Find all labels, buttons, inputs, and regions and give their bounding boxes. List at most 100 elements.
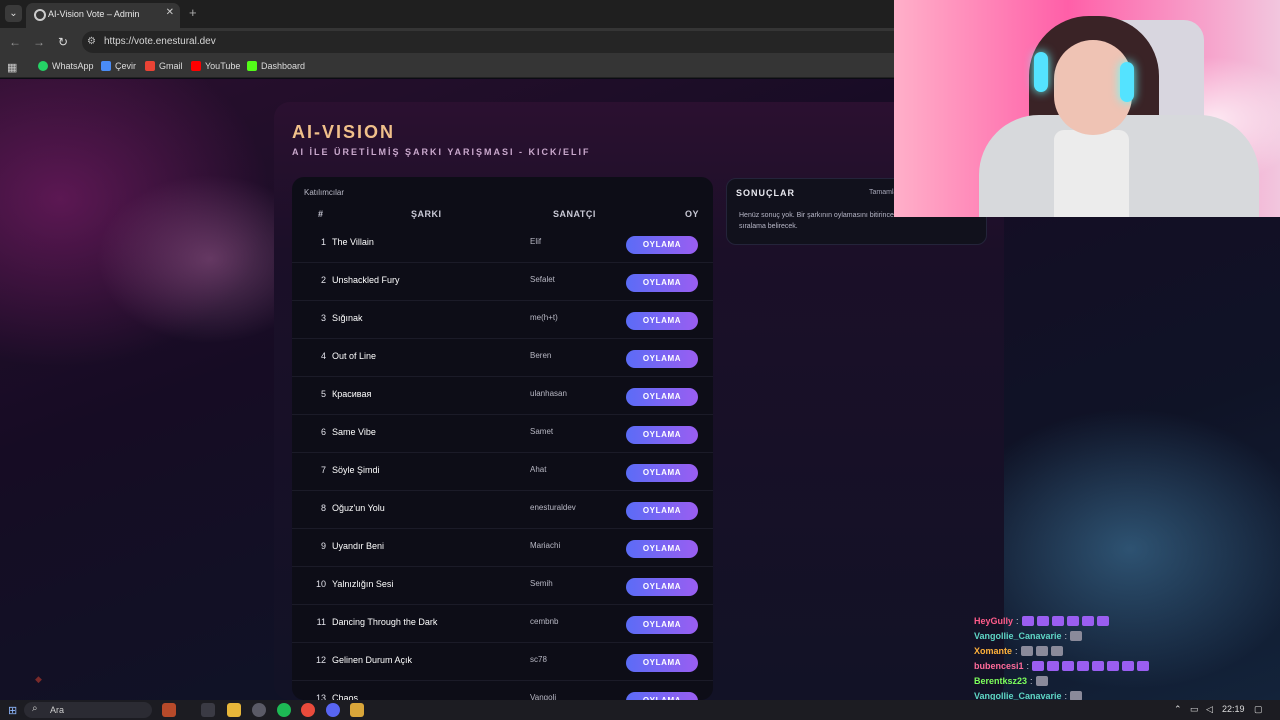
vote-button[interactable]: OYLAMA (626, 616, 698, 634)
vote-button[interactable]: OYLAMA (626, 312, 698, 330)
reload-icon[interactable]: ↻ (58, 35, 68, 49)
row-number: 4 (320, 351, 326, 361)
artist-name: Mariachi (530, 541, 561, 550)
close-tab-icon[interactable]: ✕ (166, 7, 174, 18)
tab-search-button[interactable]: ⌄ (5, 5, 22, 22)
chat-username[interactable]: bubencesi1 (974, 661, 1024, 671)
bookmark-cevir[interactable]: Çevir (101, 61, 136, 71)
song-title: Uyandır Beni (332, 541, 385, 551)
bookmark-dashboard[interactable]: Dashboard (247, 61, 305, 71)
bookmark-whatsapp[interactable]: WhatsApp (38, 61, 94, 71)
site-info-icon[interactable]: ⚙ (87, 36, 96, 47)
chat-emote-icon (1081, 616, 1094, 626)
song-title: Sığınak (332, 313, 363, 323)
youtube-icon (191, 61, 201, 71)
file-explorer-icon[interactable] (227, 703, 241, 717)
taskbar-search[interactable]: ⌕ Ara (24, 702, 152, 718)
spotify-icon[interactable] (277, 703, 291, 717)
chat-emote-icon (1050, 646, 1063, 656)
artist-name: Ahat (530, 465, 547, 474)
gmail-icon (145, 61, 155, 71)
chat-separator: : (1016, 616, 1019, 626)
table-row: 7 Söyle Şimdi Ahat OYLAMA (292, 453, 713, 491)
chat-emote-icon (1096, 616, 1109, 626)
vote-button[interactable]: OYLAMA (626, 236, 698, 254)
volume-icon[interactable]: ◁ (1206, 704, 1213, 715)
chat-emote-icon (1035, 676, 1048, 686)
bookmark-youtube[interactable]: YouTube (191, 61, 240, 71)
vote-button[interactable]: OYLAMA (626, 692, 698, 700)
chat-username[interactable]: Berentksz23 (974, 676, 1027, 686)
song-title: Unshackled Fury (332, 275, 400, 285)
row-number: 8 (320, 503, 326, 513)
network-icon[interactable]: ▭ (1190, 704, 1199, 715)
tab-title: AI-Vision Vote – Admin (48, 9, 140, 19)
obs-icon[interactable] (252, 703, 266, 717)
results-title: SONUÇLAR (736, 188, 795, 198)
bookmark-label: Çevir (115, 61, 137, 71)
artist-name: enesturaldev (530, 503, 576, 512)
vote-button[interactable]: OYLAMA (626, 350, 698, 368)
vote-button[interactable]: OYLAMA (626, 654, 698, 672)
row-number: 7 (320, 465, 326, 475)
row-number: 2 (320, 275, 326, 285)
back-icon[interactable]: ← (9, 35, 21, 49)
chat-separator: : (1026, 661, 1030, 671)
browser-tab[interactable]: AI-Vision Vote – Admin ✕ (26, 3, 180, 28)
taskbar-widget-icon[interactable] (162, 703, 176, 717)
column-header-song: ŞARKI (411, 209, 442, 219)
song-title: Same Vibe (332, 427, 376, 437)
vote-button[interactable]: OYLAMA (626, 578, 698, 596)
vote-button[interactable]: OYLAMA (626, 426, 698, 444)
app-icon[interactable] (350, 703, 364, 717)
task-view-icon[interactable] (201, 703, 215, 717)
chat-emote-icon (1051, 616, 1064, 626)
chat-message: bubencesi1: (974, 661, 1150, 671)
bookmark-gmail[interactable]: Gmail (145, 61, 183, 71)
song-title: Oğuz'un Yolu (332, 503, 385, 513)
whatsapp-icon (38, 61, 48, 71)
app-title: AI-VISION (292, 122, 396, 142)
artist-name: Elif (530, 237, 542, 246)
discord-icon[interactable] (326, 703, 340, 717)
chat-username[interactable]: Vangollie_Canavarie (974, 631, 1062, 641)
clock-text[interactable]: 22:19 (1222, 704, 1245, 714)
participants-label: Katılımcılar (304, 188, 345, 197)
vote-button[interactable]: OYLAMA (626, 464, 698, 482)
song-title: Dancing Through the Dark (332, 617, 438, 627)
vote-button[interactable]: OYLAMA (626, 388, 698, 406)
bookmark-label: WhatsApp (52, 61, 94, 71)
artist-name: Semih (530, 579, 553, 588)
translate-icon (101, 61, 111, 71)
table-row: 1 The Villain Elif OYLAMA (292, 225, 713, 263)
windows-start-icon[interactable]: ⊞ (8, 704, 17, 717)
forward-icon[interactable]: → (33, 35, 45, 49)
headphone-right-icon (1120, 62, 1134, 102)
row-number: 11 (316, 617, 326, 627)
kick-icon (247, 61, 257, 71)
notification-icon[interactable]: ▢ (1254, 704, 1263, 715)
vote-button[interactable]: OYLAMA (626, 274, 698, 292)
chat-username[interactable]: HeyGully (974, 616, 1013, 626)
chat-emote-icon (1137, 661, 1150, 671)
chat-emote-icon (1047, 661, 1060, 671)
table-row: 9 Uyandır Beni Mariachi OYLAMA (292, 529, 713, 567)
vote-button[interactable]: OYLAMA (626, 540, 698, 558)
bookmark-label: Gmail (159, 61, 183, 71)
row-number: 13 (315, 693, 326, 700)
table-row: 3 Sığınak me(h+t) OYLAMA (292, 301, 713, 339)
vote-button[interactable]: OYLAMA (626, 502, 698, 520)
apps-grid-icon[interactable]: ▦ (7, 61, 17, 74)
address-bar[interactable]: ⚙ https://vote.enestural.dev (82, 31, 942, 53)
new-tab-icon[interactable]: + (189, 5, 197, 20)
chat-emote-icon (1035, 646, 1048, 656)
artist-name: me(h+t) (530, 313, 558, 322)
table-row: 6 Same Vibe Samet OYLAMA (292, 415, 713, 453)
chrome-icon[interactable] (301, 703, 315, 717)
song-title: Красивая (332, 389, 372, 399)
tray-chevron-icon[interactable]: ⌃ (1174, 704, 1182, 715)
chat-username[interactable]: Xomante (974, 646, 1012, 656)
url-text[interactable]: https://vote.enestural.dev (104, 36, 216, 47)
search-icon: ⌕ (32, 703, 38, 714)
artist-name: cembnb (530, 617, 559, 626)
